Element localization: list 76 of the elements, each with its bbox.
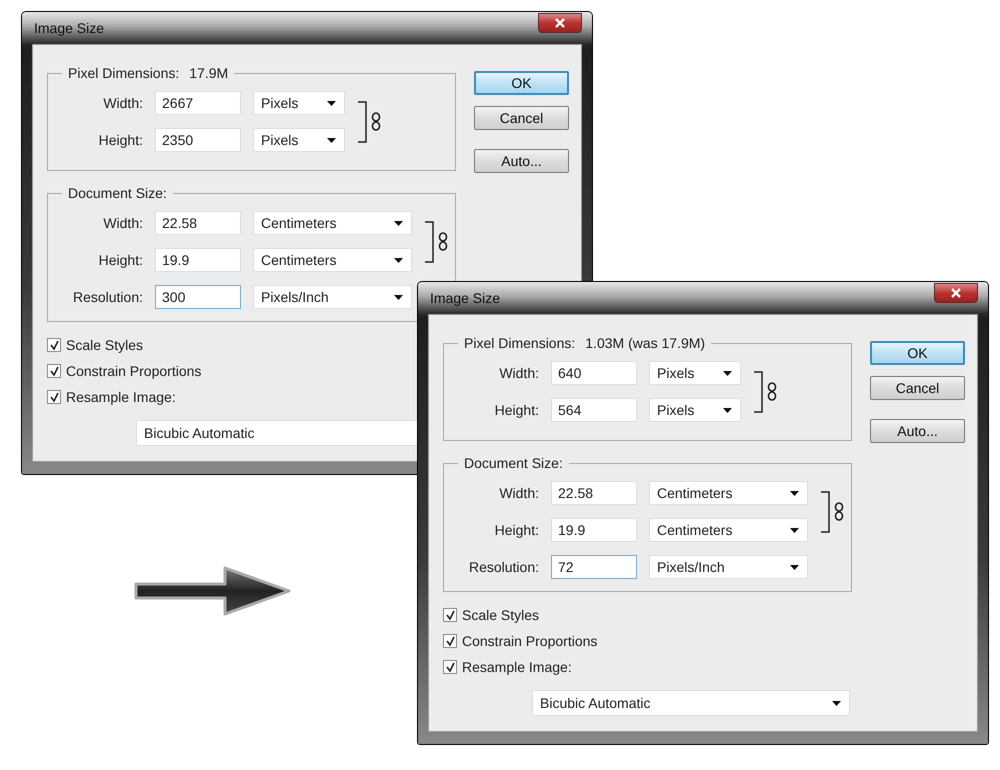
dialog-button[interactable]: OK <box>870 341 965 365</box>
number-field[interactable]: 2350 <box>155 128 241 152</box>
caret-icon <box>723 370 732 376</box>
number-field[interactable]: 22.58 <box>551 481 637 505</box>
unit-dropdown[interactable]: Pixels <box>253 91 345 115</box>
unit-dropdown[interactable]: Pixels <box>649 361 741 385</box>
checkbox-label: Constrain Proportions <box>66 363 202 379</box>
close-button[interactable] <box>538 13 582 33</box>
checkbox[interactable] <box>443 608 457 622</box>
dialog-button[interactable]: Auto... <box>474 149 569 173</box>
caret-icon <box>394 258 403 262</box>
unit-dropdown[interactable]: Centimeters <box>649 518 808 542</box>
field-label: Width: <box>498 365 539 381</box>
number-field[interactable]: 640 <box>551 361 637 385</box>
window-title: Image Size <box>430 290 500 306</box>
checkbox-label: Scale Styles <box>66 337 144 353</box>
unit-dropdown[interactable]: Centimeters <box>253 211 412 235</box>
caret-icon <box>790 528 799 532</box>
unit-dropdown[interactable]: Pixels/Inch <box>253 285 412 309</box>
unit-dropdown[interactable]: Pixels/Inch <box>649 555 808 579</box>
field-label: Height: <box>98 132 143 148</box>
link-bracket-icon <box>424 220 450 262</box>
field-label: Resolution: <box>468 559 539 575</box>
caret-icon <box>394 294 403 300</box>
number-field[interactable]: 2667 <box>155 91 241 115</box>
caret-icon <box>394 220 403 226</box>
caret-icon <box>790 564 799 570</box>
field-label: Height: <box>98 252 143 268</box>
caret-icon <box>327 100 336 106</box>
checkbox[interactable] <box>443 634 457 648</box>
checkbox-label: Resample Image: <box>66 389 176 405</box>
unit-dropdown[interactable]: Pixels <box>253 128 345 152</box>
number-field[interactable]: 19.9 <box>155 248 241 272</box>
checkbox-label: Resample Image: <box>462 659 572 675</box>
field-label: Height: <box>494 402 539 418</box>
caret-icon <box>790 490 799 496</box>
group-title: Pixel Dimensions: <box>68 65 180 81</box>
number-field[interactable]: 19.9 <box>551 518 637 542</box>
window-title: Image Size <box>34 20 104 36</box>
unit-dropdown[interactable]: Centimeters <box>253 248 412 272</box>
dialog-button[interactable]: OK <box>474 71 569 95</box>
checkbox[interactable] <box>47 390 61 404</box>
caret-icon <box>327 138 336 142</box>
size-value: 1.03M (was 17.9M) <box>585 335 706 351</box>
link-bracket-icon <box>753 370 779 412</box>
checkbox[interactable] <box>443 660 457 674</box>
close-icon <box>555 18 565 28</box>
group-title: Document Size: <box>464 455 563 471</box>
link-bracket-icon <box>357 100 383 142</box>
number-field[interactable]: 564 <box>551 398 637 422</box>
close-icon <box>951 288 961 298</box>
unit-dropdown[interactable]: Pixels <box>649 398 741 422</box>
group-title: Pixel Dimensions: <box>464 335 576 351</box>
dialog-button[interactable]: Cancel <box>474 106 569 130</box>
group-title: Document Size: <box>68 185 167 201</box>
number-field[interactable]: 300 <box>155 285 241 309</box>
unit-dropdown[interactable]: Centimeters <box>649 481 808 505</box>
field-label: Height: <box>494 522 539 538</box>
number-field[interactable]: 72 <box>551 555 637 579</box>
caret-icon <box>832 700 841 706</box>
close-button[interactable] <box>934 283 978 303</box>
checkbox[interactable] <box>47 364 61 378</box>
dialog-button[interactable]: Cancel <box>870 376 965 400</box>
caret-icon <box>723 408 732 412</box>
field-label: Width: <box>102 215 143 231</box>
checkbox-label: Scale Styles <box>462 607 540 623</box>
checkbox-label: Constrain Proportions <box>462 633 598 649</box>
field-label: Width: <box>102 95 143 111</box>
resample-dropdown[interactable]: Bicubic Automatic <box>532 690 850 716</box>
size-value: 17.9M <box>189 65 228 81</box>
field-label: Width: <box>498 485 539 501</box>
number-field[interactable]: 22.58 <box>155 211 241 235</box>
checkbox[interactable] <box>47 338 61 352</box>
field-label: Resolution: <box>72 289 143 305</box>
dialog-button[interactable]: Auto... <box>870 419 965 443</box>
link-bracket-icon <box>820 490 846 532</box>
